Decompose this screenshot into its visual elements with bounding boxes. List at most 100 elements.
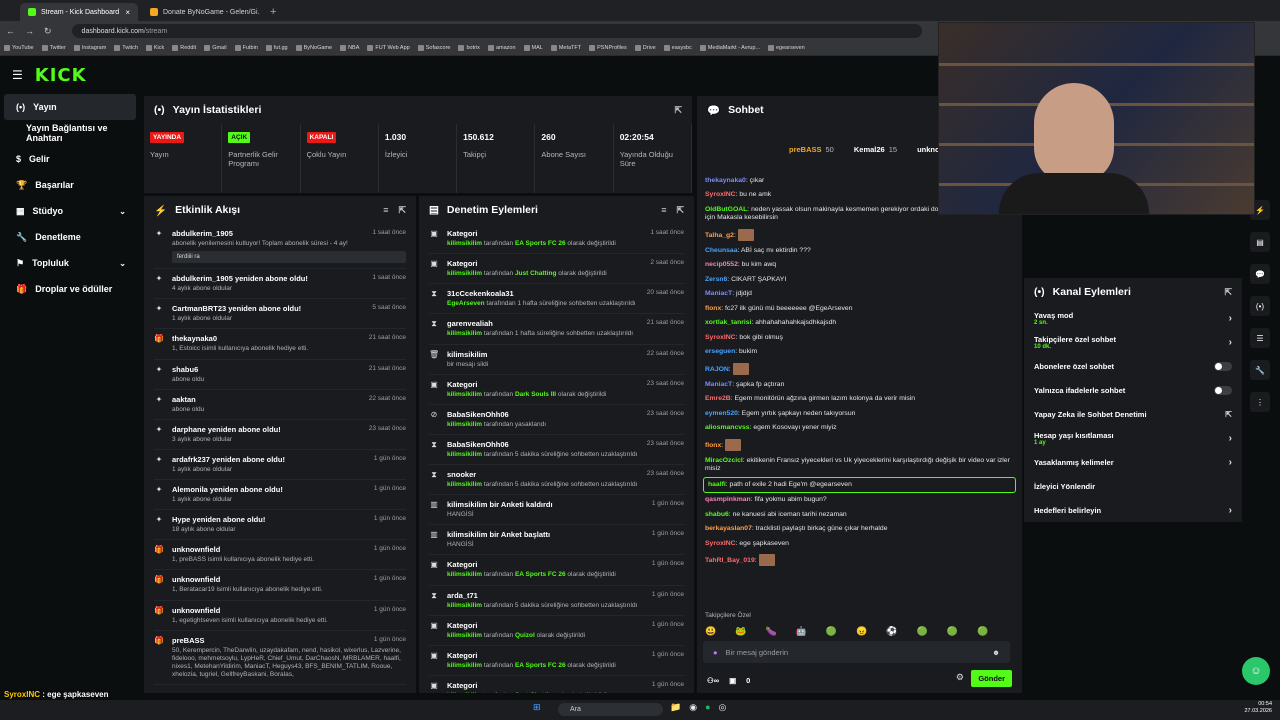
bookmark-item[interactable]: Gmail [204,45,227,51]
close-icon[interactable]: × [125,8,130,17]
emote-icon[interactable]: 🍆 [765,626,776,637]
emote-icon[interactable]: 🐸 [735,626,746,637]
chat-username[interactable]: TahRI_Bay_019 [705,557,755,564]
bookmark-item[interactable]: FUT Web App [367,45,410,51]
send-button[interactable]: Gönder [971,670,1012,687]
moderator-name[interactable]: kilimsikilim [447,692,482,693]
bookmark-item[interactable]: MediaMarkt - Avrup... [699,45,760,51]
document-icon[interactable]: ▤ [1250,232,1270,252]
sidebar-item[interactable]: Yayın Bağlantısı ve Anahtarı [4,120,136,146]
chat-username[interactable]: Talha_g2 [705,232,734,239]
obs-icon[interactable]: ◎ [719,702,727,713]
chat-username[interactable]: shabu6 [705,511,729,518]
kick-logo[interactable]: KICK [35,65,87,86]
emote-icon[interactable]: 😠 [856,626,867,637]
emote-icon[interactable]: 🟢 [947,626,958,637]
channel-action-item[interactable]: İzleyici Yönlendir [1024,474,1242,498]
chat-username[interactable]: Zersn6 [705,276,727,283]
bookmark-item[interactable]: Sofascore [417,45,450,51]
sidebar-item[interactable]: 🏆 Başarılar [4,172,136,198]
moderator-name[interactable]: kilimsikilim [447,391,482,398]
chrome-icon[interactable]: ◉ [689,702,697,713]
toggle-switch[interactable] [1214,385,1232,395]
chat-username[interactable]: flonx [705,442,721,449]
channel-action-item[interactable]: Yasaklanmış kelimeler › [1024,450,1242,474]
bookmark-item[interactable]: NBA [340,45,359,51]
chat-username[interactable]: necip0552 [705,261,738,268]
broadcast-icon[interactable]: (•) [1250,296,1270,316]
filter-icon[interactable]: ≡ [661,205,666,216]
taskbar-search[interactable]: Ara [558,703,663,716]
popout-icon[interactable]: ⇱ [398,205,406,216]
reload-icon[interactable]: ↻ [44,26,52,37]
popout-icon[interactable]: ⇱ [676,205,684,216]
chat-username[interactable]: berkayaslan07 [705,525,752,532]
moderator-name[interactable]: kilimsikilim [447,632,482,639]
back-icon[interactable]: ← [6,26,15,36]
channel-action-item[interactable]: Hedefleri belirleyin › [1024,498,1242,522]
filter-icon[interactable]: ≡ [383,205,388,216]
chat-username[interactable]: thekaynaka0 [705,177,746,184]
list-icon[interactable]: ☰ [1250,328,1270,348]
bookmark-item[interactable]: egearseven [768,45,805,51]
bookmark-item[interactable]: ByNoGame [295,45,332,51]
bookmark-item[interactable]: easysbc [663,45,692,51]
channel-action-item[interactable]: Abonelere özel sohbet [1024,354,1242,378]
leaderboard-entry[interactable]: Kemal26 15 [854,145,897,154]
chat-username[interactable]: OldButGOAL [705,206,747,213]
bookmark-item[interactable]: MetaTFT [550,45,581,51]
bookmark-item[interactable]: botrix [458,45,480,51]
chat-username[interactable]: Cheunsaa [705,247,737,254]
moderator-name[interactable]: kilimsikilim [447,240,482,247]
windows-icon[interactable]: ⊞ [533,702,541,713]
users-icon[interactable]: ⚇∞ [707,676,719,685]
channel-action-item[interactable]: Yapay Zeka ile Sohbet Denetimi ⇱ [1024,402,1242,426]
bookmark-item[interactable]: MAL [523,45,543,51]
moderator-name[interactable]: kilimsikilim [447,330,482,337]
chat-username[interactable]: RAJON [705,366,729,373]
chat-username[interactable]: qasmpinkman [705,496,751,503]
popout-icon[interactable]: ⇱ [1224,287,1232,298]
store-icon[interactable]: ▣ [729,676,736,685]
chat-username[interactable]: erseguen [705,348,735,355]
bookmark-item[interactable]: amazon [487,45,516,51]
moderator-name[interactable]: kilimsikilim [447,602,482,609]
bookmark-item[interactable]: Twitter [41,45,66,51]
browser-tab[interactable]: Donate ByNoGame - Gelen/Gi...× [142,3,260,21]
bookmark-item[interactable]: Futbin [234,45,258,51]
chat-icon[interactable]: 💬 [1250,264,1270,284]
menu-icon[interactable]: ☰ [12,68,23,82]
sidebar-item[interactable]: ▦ Stüdyo ⌄ [4,198,136,224]
bookmark-item[interactable]: fut.gg [265,45,288,51]
leaderboard-entry[interactable]: preBASS 50 [789,145,834,154]
bookmark-item[interactable]: YouTube [4,45,34,51]
chat-username[interactable]: flonx [705,305,721,312]
chat-username[interactable]: haalfi [708,481,726,488]
sidebar-item[interactable]: 🎁 Droplar ve ödüller [4,276,136,302]
chat-username[interactable]: MiracOzcicl [705,457,743,464]
emote-icon[interactable]: 🟢 [917,626,928,637]
toggle-switch[interactable] [1214,361,1232,371]
chat-input[interactable]: ● Bir mesaj gönderin ☻ [703,641,1010,663]
wrench-icon[interactable]: 🔧 [1250,360,1270,380]
url-input[interactable]: dashboard.kick.com/stream [71,24,922,38]
popout-icon[interactable]: ⇱ [674,105,682,116]
support-chat-button[interactable]: ☺ [1242,657,1270,685]
forward-icon[interactable]: → [25,26,34,36]
bookmark-item[interactable]: Reddit [172,45,196,51]
moderator-name[interactable]: kilimsikilim [447,270,482,277]
chat-username[interactable]: Emre2B [705,395,731,402]
chat-username[interactable]: xortlak_tanrisi [705,319,751,326]
settings-icon[interactable]: ⚙ [956,672,964,683]
emote-icon[interactable]: 🤖 [796,626,807,637]
emote-icon[interactable]: 🟢 [977,626,988,637]
moderator-name[interactable]: kilimsikilim [447,662,482,669]
sidebar-item[interactable]: ⚑ Topluluk ⌄ [4,250,136,276]
moderator-name[interactable]: kilimsikilim [447,571,482,578]
sidebar-item[interactable]: (•) Yayın [4,94,136,120]
chat-username[interactable]: SyroxINC [705,540,736,547]
sidebar-item[interactable]: 🔧 Denetleme [4,224,136,250]
chat-username[interactable]: eymen520 [705,410,738,417]
chat-username[interactable]: SyroxINC [705,334,736,341]
chat-username[interactable]: aliosmancvss [705,424,750,431]
